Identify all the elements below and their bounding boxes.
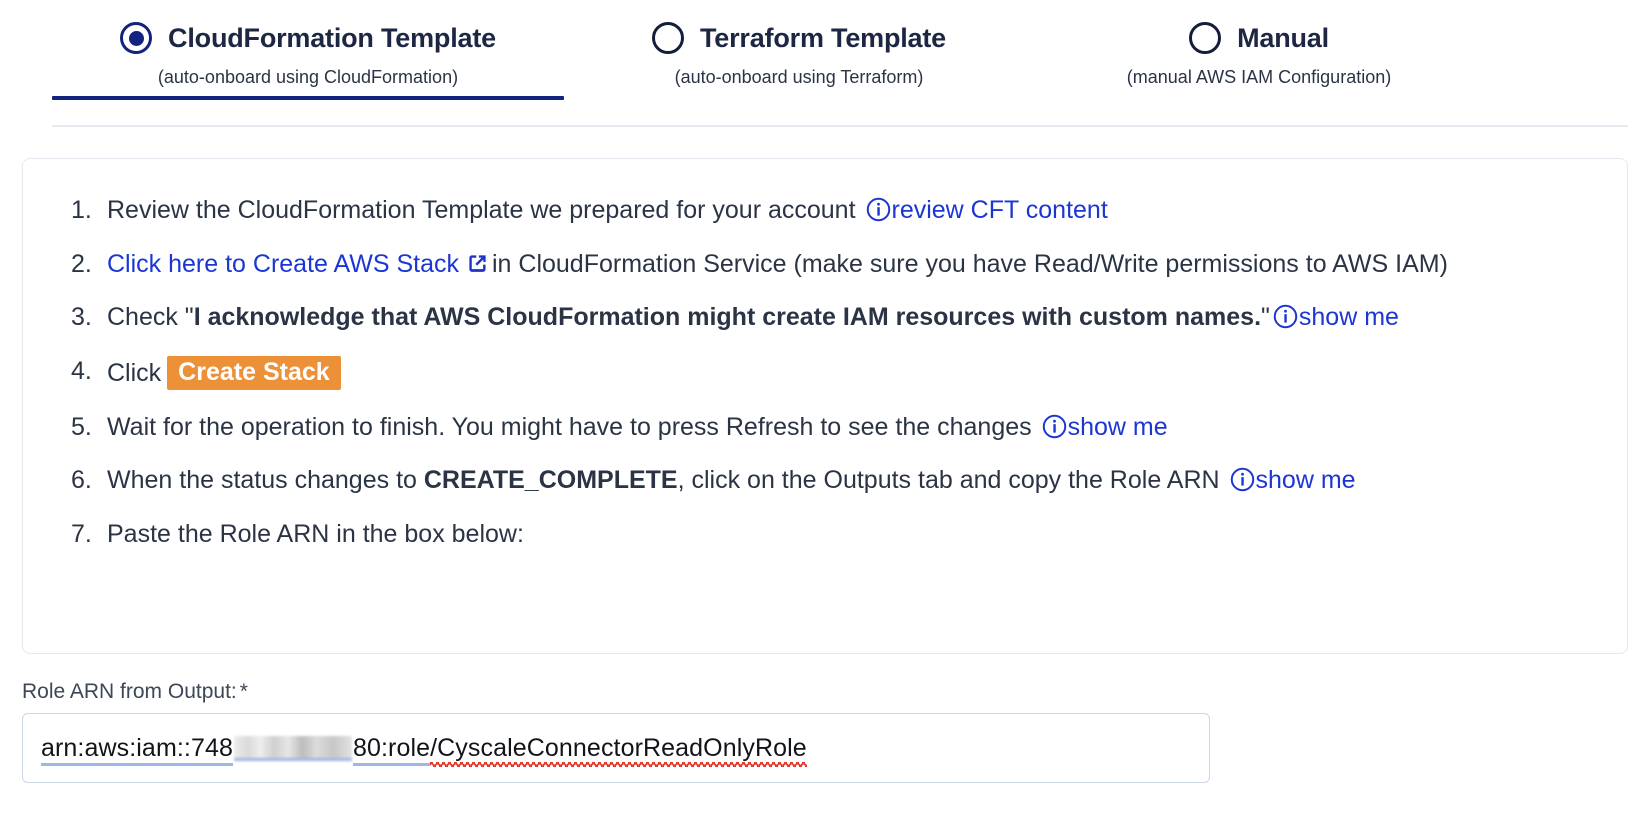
step-4: 4. Click Create Stack <box>23 355 1627 390</box>
step-3-suffix: " <box>1261 303 1270 331</box>
show-me-link-step-6[interactable]: show me <box>1256 466 1356 494</box>
tab-manual-main: Manual <box>1189 0 1329 54</box>
tab-terraform-sublabel: (auto-onboard using Terraform) <box>674 67 924 87</box>
step-1: 1. Review the CloudFormation Template we… <box>23 195 1627 227</box>
step-6-number: 6. <box>71 466 92 495</box>
tab-cloudformation-label: CloudFormation Template <box>168 22 496 53</box>
required-asterisk: * <box>239 680 248 703</box>
step-6-suffix: , click on the Outputs tab and copy the … <box>677 466 1220 495</box>
step-6-prefix: When the status changes to <box>107 466 417 495</box>
show-me-link-step-5[interactable]: show me <box>1068 413 1168 441</box>
info-circle-icon[interactable] <box>1273 304 1298 329</box>
arn-prefix: arn:aws:iam::748 <box>41 733 233 766</box>
arn-role-path: /CyscaleConnectorReadOnlyRole <box>430 733 807 767</box>
redacted-account-id-icon <box>233 735 352 761</box>
tab-manual-sublabel: (manual AWS IAM Configuration) <box>1126 67 1392 87</box>
role-arn-field-block: Role ARN from Output: * arn:aws:iam::748 8… <box>22 680 1628 783</box>
info-circle-icon[interactable] <box>1042 414 1067 439</box>
radio-manual-icon[interactable] <box>1189 22 1222 54</box>
info-circle-icon[interactable] <box>866 197 891 222</box>
create-aws-stack-link[interactable]: Click here to Create AWS Stack <box>107 250 459 278</box>
step-5-text: Wait for the operation to finish. You mi… <box>107 412 1032 441</box>
arn-suffix-account: 80:role <box>352 733 431 766</box>
radio-cloudformation-icon[interactable] <box>120 22 153 54</box>
review-cft-content-link[interactable]: review CFT content <box>892 196 1108 224</box>
step-3: 3. Check "I acknowledge that AWS CloudFor… <box>23 302 1627 334</box>
onboarding-method-tabs: CloudFormation Template (auto-onboard us… <box>22 0 1628 127</box>
step-1-number: 1. <box>71 196 92 224</box>
role-arn-label-text: Role ARN from Output: <box>22 680 237 703</box>
step-6-bold-status: CREATE_COMPLETE <box>423 466 678 495</box>
step-6: 6. When the status changes to CREATE_COM… <box>23 465 1627 497</box>
tab-cloudformation-sublabel: (auto-onboard using CloudFormation) <box>157 67 459 87</box>
role-arn-label: Role ARN from Output: * <box>22 680 1628 704</box>
radio-terraform-icon[interactable] <box>652 22 685 54</box>
tab-terraform-template[interactable]: Terraform Template (auto-onboard using T… <box>564 0 1034 100</box>
instructions-card: 1. Review the CloudFormation Template we… <box>22 158 1628 654</box>
role-arn-value: arn:aws:iam::748 80:role/CyscaleConnector… <box>41 733 807 767</box>
step-7-number: 7. <box>71 519 92 548</box>
instruction-steps-list: 1. Review the CloudFormation Template we… <box>23 195 1627 550</box>
create-stack-badge: Create Stack <box>167 355 341 390</box>
tab-cloudformation-main: CloudFormation Template <box>120 0 496 54</box>
show-me-link-step-3[interactable]: show me <box>1299 303 1399 331</box>
step-2: 2. Click here to Create AWS Stack in Clou… <box>23 249 1627 281</box>
info-circle-icon[interactable] <box>1230 467 1255 492</box>
role-arn-input[interactable]: arn:aws:iam::748 80:role/CyscaleConnector… <box>22 713 1210 783</box>
tab-manual-label: Manual <box>1237 22 1329 53</box>
step-2-number: 2. <box>71 249 92 278</box>
step-3-prefix: Check " <box>107 303 194 331</box>
tab-cloudformation-template[interactable]: CloudFormation Template (auto-onboard us… <box>52 0 564 100</box>
aws-onboarding-panel: CloudFormation Template (auto-onboard us… <box>0 0 1648 840</box>
step-7: 7. Paste the Role ARN in the box below: <box>23 519 1627 551</box>
step-5: 5. Wait for the operation to finish. You… <box>23 412 1627 444</box>
step-4-number: 4. <box>71 356 92 385</box>
external-link-icon[interactable] <box>465 251 490 276</box>
active-tab-underline <box>52 96 564 100</box>
step-7-text: Paste the Role ARN in the box below: <box>107 519 524 548</box>
step-1-text: Review the CloudFormation Template we pr… <box>107 196 856 224</box>
tab-terraform-main: Terraform Template <box>652 0 946 54</box>
tab-terraform-label: Terraform Template <box>700 22 946 53</box>
tab-manual[interactable]: Manual (manual AWS IAM Configuration) <box>1034 0 1484 100</box>
step-5-number: 5. <box>71 412 92 441</box>
step-4-text: Click <box>107 358 162 387</box>
radio-selected-dot <box>128 30 144 46</box>
step-3-bold-text: I acknowledge that AWS CloudFormation mi… <box>193 303 1262 331</box>
step-3-number: 3. <box>71 303 92 331</box>
step-2-text: in CloudFormation Service (make sure you… <box>491 249 1448 278</box>
